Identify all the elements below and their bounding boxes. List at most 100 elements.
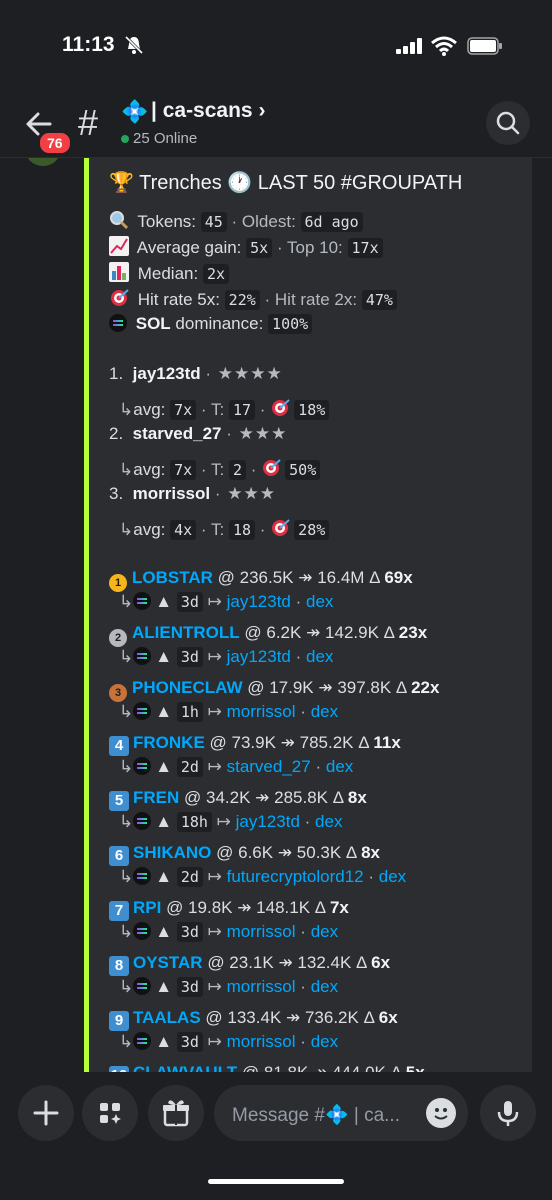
token-range: @ 236.5K ↠ 16.4M Δ <box>217 568 380 587</box>
token-multiplier: 11x <box>373 733 401 752</box>
add-button[interactable] <box>18 1085 74 1141</box>
caller-link[interactable]: morrissol <box>227 922 296 941</box>
dart-target-icon <box>272 399 290 416</box>
token-age: 1h <box>176 702 203 722</box>
caller-link[interactable]: jay123td <box>227 592 291 611</box>
token-range: @ 81.8K ↠ 444.0K Δ <box>242 1063 401 1072</box>
dex-link[interactable]: dex <box>306 647 333 666</box>
medal-icon: 1 <box>109 574 127 592</box>
smiley-icon <box>434 1108 448 1120</box>
token-meta: ↳ ▲ 18h ↦ jay123td · dex <box>119 812 343 832</box>
dex-link[interactable]: dex <box>311 1032 338 1051</box>
message-placeholder: Message #💠 | ca... <box>232 1105 400 1126</box>
number-badge-icon: 9 <box>109 1011 129 1031</box>
token-multiplier: 6x <box>371 953 391 972</box>
leader-name[interactable]: starved_27 <box>133 424 222 443</box>
token-meta: ↳ ▲ 2d ↦ starved_27 · dex <box>119 757 354 777</box>
token-name[interactable]: TAALAS <box>133 1008 201 1027</box>
number-badge-icon: 8 <box>109 956 129 976</box>
token-range: @ 73.9K ↠ 785.2K Δ <box>209 733 369 752</box>
bell-muted-icon <box>124 35 144 55</box>
cellular-signal-icon <box>396 38 422 54</box>
solana-icon <box>133 1032 152 1050</box>
token-meta: ↳ ▲ 3d ↦ morrissol · dex <box>119 977 339 997</box>
token-age: 3d <box>176 647 203 667</box>
channel-name[interactable]: | ca-scans › <box>151 99 265 123</box>
dex-link[interactable]: dex <box>311 922 338 941</box>
caller-link[interactable]: jay123td <box>227 647 291 666</box>
magnifier-icon <box>110 211 129 230</box>
search-icon <box>496 111 520 135</box>
token-range: @ 34.2K ↠ 285.8K Δ <box>184 788 344 807</box>
dex-link[interactable]: dex <box>379 867 406 886</box>
leader-row: 3. morrissol · ★★★ <box>109 484 276 503</box>
token-multiplier: 23x <box>398 623 428 642</box>
token-age: 18h <box>176 812 212 832</box>
apps-icon <box>100 1103 121 1124</box>
token-name[interactable]: FRONKE <box>133 733 205 752</box>
token-name[interactable]: PHONECLAW <box>132 678 243 697</box>
microphone-icon <box>497 1101 519 1126</box>
token-row: 1 LOBSTAR @ 236.5K ↠ 16.4M Δ 69x <box>109 568 413 592</box>
token-name[interactable]: RPI <box>133 898 161 917</box>
leader-name[interactable]: morrissol <box>133 484 210 503</box>
voice-button[interactable] <box>480 1085 536 1141</box>
number-badge-icon: 6 <box>109 846 129 866</box>
dex-link[interactable]: dex <box>326 757 353 776</box>
number-badge-icon: 5 <box>109 791 129 811</box>
token-row: 2 ALIENTROLL @ 6.2K ↠ 142.9K Δ 23x <box>109 623 427 647</box>
token-row: 5 FREN @ 34.2K ↠ 285.8K Δ 8x <box>109 788 367 811</box>
solana-icon <box>109 314 127 332</box>
stats-average: Average gain: 5x · Top 10: 17x <box>109 236 383 258</box>
token-row: 6 SHIKANO @ 6.6K ↠ 50.3K Δ 8x <box>109 843 380 866</box>
dex-link[interactable]: dex <box>311 977 338 996</box>
token-multiplier: 8x <box>347 788 367 807</box>
token-name[interactable]: ALIENTROLL <box>132 623 240 642</box>
battery-icon <box>467 37 502 55</box>
token-name[interactable]: SHIKANO <box>133 843 211 862</box>
token-age: 3d <box>176 592 203 612</box>
token-range: @ 133.4K ↠ 736.2K Δ <box>205 1008 374 1027</box>
dex-link[interactable]: dex <box>315 812 342 831</box>
token-age: 2d <box>176 757 203 777</box>
online-count: 25 Online <box>121 130 197 147</box>
token-name[interactable]: CLAWVAULT <box>133 1063 237 1072</box>
caller-link[interactable]: morrissol <box>227 1032 296 1051</box>
caller-link[interactable]: morrissol <box>227 977 296 996</box>
caller-link[interactable]: starved_27 <box>227 757 311 776</box>
token-meta: ↳ ▲ 1h ↦ morrissol · dex <box>119 702 339 722</box>
hash-icon: # <box>78 102 99 143</box>
search-button[interactable] <box>486 101 530 145</box>
stats-hitrate: Hit rate 5x: 22% · Hit rate 2x: 47% <box>109 288 397 310</box>
leader-name[interactable]: jay123td <box>133 364 201 383</box>
token-age: 3d <box>176 922 203 942</box>
token-meta: ↳ ▲ 3d ↦ jay123td · dex <box>119 647 334 667</box>
token-name[interactable]: FREN <box>133 788 179 807</box>
dex-link[interactable]: dex <box>311 702 338 721</box>
token-multiplier: 5x <box>406 1063 425 1072</box>
token-name[interactable]: OYSTAR <box>133 953 203 972</box>
message-input[interactable]: Message #💠 | ca... <box>214 1085 468 1141</box>
medal-icon: 2 <box>109 629 127 647</box>
token-range: @ 6.6K ↠ 50.3K Δ <box>216 843 357 862</box>
leader-stats: ↳avg: 7x · T: 17 · 18% <box>119 398 330 420</box>
token-row: 3 PHONECLAW @ 17.9K ↠ 397.8K Δ 22x <box>109 678 439 702</box>
token-name[interactable]: LOBSTAR <box>132 568 213 587</box>
token-meta: ↳ ▲ 3d ↦ morrissol · dex <box>119 922 339 942</box>
gift-button[interactable] <box>148 1085 204 1141</box>
embed-title: 🏆 Trenches 🕐 LAST 50 #GROUPATH <box>109 172 463 194</box>
caller-link[interactable]: morrissol <box>227 702 296 721</box>
dex-link[interactable]: dex <box>306 592 333 611</box>
token-age: 3d <box>176 1032 203 1052</box>
channel-header: 76 # 💠 | ca-scans › 25 Online <box>0 95 552 158</box>
caller-link[interactable]: jay123td <box>236 812 300 831</box>
unread-badge: 76 <box>37 130 73 156</box>
solana-icon <box>133 922 152 940</box>
apps-button[interactable] <box>82 1085 138 1141</box>
status-bar: 11:13 <box>0 0 552 95</box>
solana-icon <box>133 977 152 995</box>
plus-icon <box>33 1100 59 1126</box>
caller-link[interactable]: futurecryptolord12 <box>227 867 364 886</box>
solana-icon <box>133 647 152 665</box>
emoji-picker-icon[interactable] <box>426 1098 456 1128</box>
